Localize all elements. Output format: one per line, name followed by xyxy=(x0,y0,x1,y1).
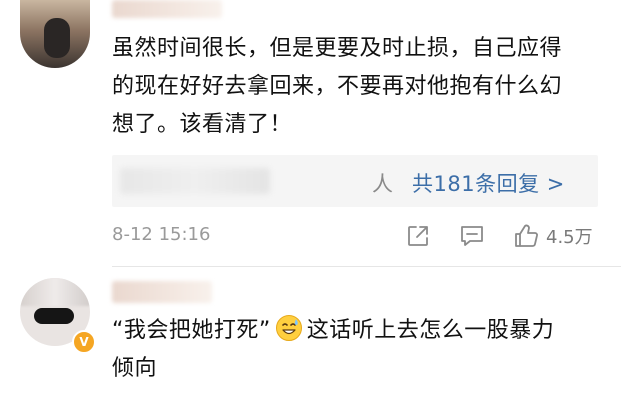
comment-divider xyxy=(112,266,621,267)
avatar-figure xyxy=(44,18,70,58)
replies-preview[interactable]: 人 共181条回复 > xyxy=(112,155,598,207)
reply-usernames-blurred xyxy=(120,168,270,194)
share-icon xyxy=(408,226,428,246)
comment-text: “我会把她打死” 这话听上去怎么一股暴力 倾向 xyxy=(112,312,612,388)
avatar-blur xyxy=(20,278,90,306)
comment-text-line: 想了。该看清了！ xyxy=(112,112,293,137)
comment-button[interactable] xyxy=(458,222,486,250)
verified-badge: V xyxy=(72,330,96,354)
comment-thread: 虽然时间很长，但是更要及时止损，自己应得 的现在好好去拿回来，不要再对他抱有什么… xyxy=(0,0,621,400)
comment-timestamp: 8-12 15:16 xyxy=(112,224,211,245)
reply-person-suffix: 人 xyxy=(372,172,393,196)
username-blurred[interactable] xyxy=(112,0,222,18)
username-blurred[interactable] xyxy=(112,281,212,303)
sweat-smile-emoji xyxy=(275,315,302,341)
like-count: 4.5万 xyxy=(546,227,593,248)
comment-icon xyxy=(461,226,483,246)
comment-text-after-emoji: 这话听上去怎么一股暴力 xyxy=(306,318,555,343)
view-replies-link[interactable]: 共181条回复 > xyxy=(412,168,565,198)
comment-text-line: 倾向 xyxy=(112,356,158,381)
avatar-sunglasses xyxy=(34,308,74,324)
avatar[interactable] xyxy=(20,0,90,68)
share-button[interactable] xyxy=(405,222,431,250)
thumbs-up-icon xyxy=(515,224,538,247)
comment-text-line: 的现在好好去拿回来，不要再对他抱有什么幻 xyxy=(112,74,563,99)
quote-text: “我会把她打死” xyxy=(112,318,271,343)
comment-text-line: “我会把她打死” 这话听上去怎么一股暴力 xyxy=(112,312,612,350)
like-button[interactable]: 4.5万 xyxy=(512,222,593,250)
comment-text-line: 虽然时间很长，但是更要及时止损，自己应得 xyxy=(112,36,563,61)
comment-text: 虽然时间很长，但是更要及时止损，自己应得 的现在好好去拿回来，不要再对他抱有什么… xyxy=(112,30,612,144)
